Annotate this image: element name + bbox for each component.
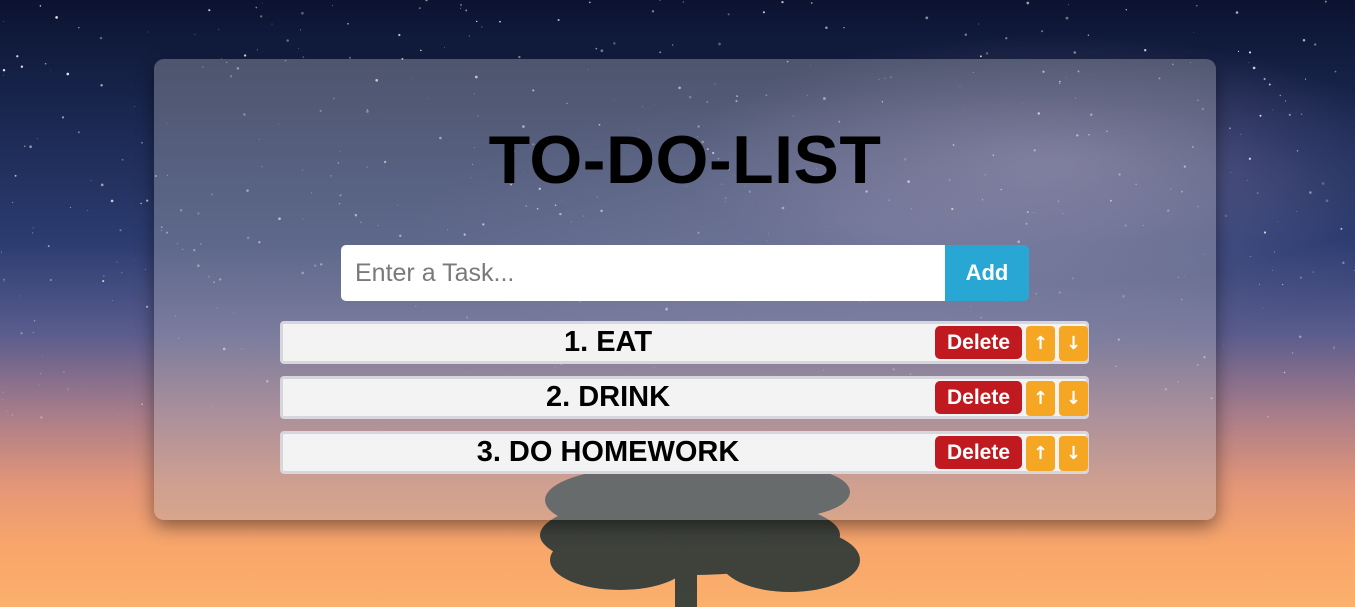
background-scene: TO-DO-LIST Add 1. EAT Delete ↑ ↓ 2. DRIN… <box>0 0 1355 607</box>
delete-button[interactable]: Delete <box>935 326 1022 359</box>
arrow-down-icon: ↓ <box>1065 388 1082 409</box>
task-text: 3. DO HOMEWORK <box>476 436 740 468</box>
move-up-button[interactable]: ↑ <box>1026 326 1055 361</box>
move-down-button[interactable]: ↓ <box>1059 436 1088 471</box>
task-item: 2. DRINK Delete ↑ ↓ <box>280 376 1089 419</box>
move-down-button[interactable]: ↓ <box>1059 381 1088 416</box>
page-title: TO-DO-LIST <box>488 122 882 198</box>
task-input[interactable] <box>341 245 945 301</box>
move-up-button[interactable]: ↑ <box>1026 436 1055 471</box>
delete-button[interactable]: Delete <box>935 436 1022 469</box>
delete-button[interactable]: Delete <box>935 381 1022 414</box>
arrow-up-icon: ↑ <box>1032 333 1049 354</box>
task-text: 2. DRINK <box>545 381 671 413</box>
move-up-button[interactable]: ↑ <box>1026 381 1055 416</box>
task-item: 3. DO HOMEWORK Delete ↑ ↓ <box>280 431 1089 474</box>
arrow-up-icon: ↑ <box>1032 443 1049 464</box>
todo-panel: TO-DO-LIST Add 1. EAT Delete ↑ ↓ 2. DRIN… <box>154 59 1216 520</box>
task-list: 1. EAT Delete ↑ ↓ 2. DRINK Delete ↑ ↓ 3.… <box>280 321 1090 486</box>
task-input-row: Add <box>341 245 1029 301</box>
arrow-down-icon: ↓ <box>1065 443 1082 464</box>
arrow-down-icon: ↓ <box>1065 333 1082 354</box>
move-down-button[interactable]: ↓ <box>1059 326 1088 361</box>
add-task-button[interactable]: Add <box>945 245 1029 301</box>
task-text: 1. EAT <box>563 326 653 358</box>
arrow-up-icon: ↑ <box>1032 388 1049 409</box>
task-item: 1. EAT Delete ↑ ↓ <box>280 321 1089 364</box>
